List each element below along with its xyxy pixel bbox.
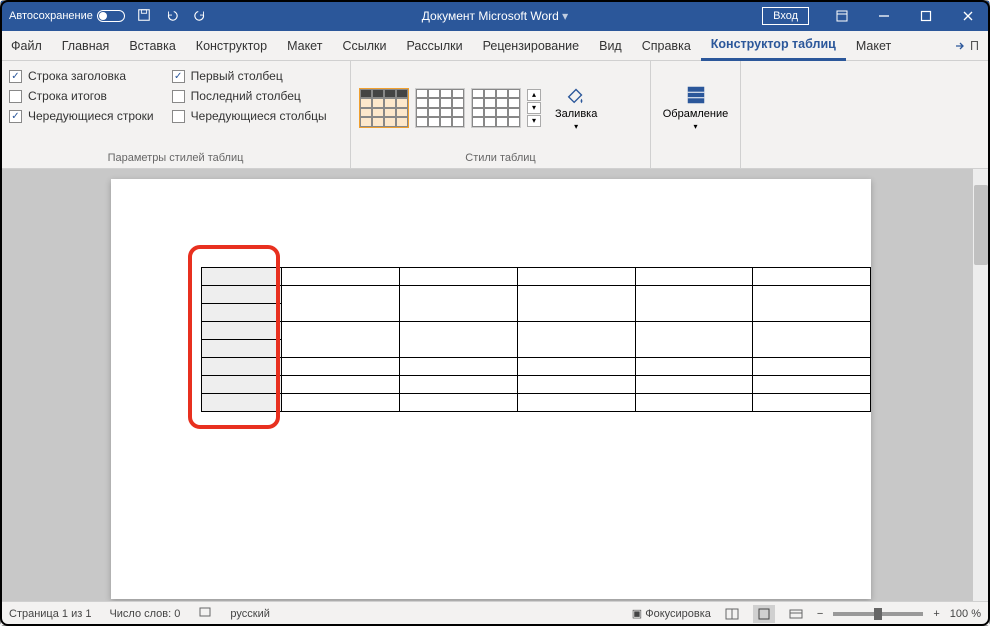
scrollbar-thumb[interactable] [974,185,988,265]
group-table-styles: ▴ ▾ ▾ Заливка▾ Стили таблиц [351,61,651,168]
titlebar: Автосохранение Документ Microsoft Word ▾… [1,1,989,31]
group-borders: Обрамление▾ [651,61,741,168]
statusbar: Страница 1 из 1 Число слов: 0 русский ▣ … [1,601,989,625]
table-row [202,394,871,412]
chk-header-row[interactable]: ✓Строка заголовка [9,69,154,83]
status-words[interactable]: Число слов: 0 [109,608,180,620]
zoom-in-icon[interactable]: + [933,608,939,620]
focus-mode[interactable]: ▣ Фокусировка [632,607,711,620]
share-button[interactable]: П [944,31,989,61]
chk-banded-cols[interactable]: Чередующиеся столбцы [172,109,327,123]
tab-table-design[interactable]: Конструктор таблиц [701,31,846,61]
ribbon: ✓Строка заголовка Строка итогов ✓Чередую… [1,61,989,169]
group-label-styles: Стили таблиц [359,150,642,166]
toggle-switch-icon [97,10,125,22]
status-language[interactable]: русский [230,608,269,620]
tab-insert[interactable]: Вставка [119,31,185,61]
tab-layout[interactable]: Макет [277,31,332,61]
login-button[interactable]: Вход [762,7,809,25]
quick-access-toolbar [137,8,207,25]
borders-button[interactable]: Обрамление▾ [655,80,737,135]
window-title: Документ Microsoft Word ▾ [422,9,568,23]
ribbon-options-icon[interactable] [821,1,863,31]
tab-view[interactable]: Вид [589,31,632,61]
autosave-label: Автосохранение [9,10,93,22]
tab-mailings[interactable]: Рассылки [396,31,472,61]
table-row [202,358,871,376]
zoom-level[interactable]: 100 % [950,608,981,620]
undo-icon[interactable] [165,8,179,25]
gallery-more-icon[interactable]: ▾ [527,115,541,127]
chevron-up-icon[interactable]: ▴ [527,89,541,101]
close-icon[interactable] [947,1,989,31]
tab-design[interactable]: Конструктор [186,31,277,61]
group-label-options: Параметры стилей таблиц [9,150,342,166]
spellcheck-icon[interactable] [198,605,212,622]
page[interactable] [111,179,871,599]
table-style-thumb-2[interactable] [415,88,465,128]
chk-banded-rows[interactable]: ✓Чередующиеся строки [9,109,154,123]
tab-file[interactable]: Файл [1,31,52,61]
menubar: Файл Главная Вставка Конструктор Макет С… [1,31,989,61]
tab-review[interactable]: Рецензирование [473,31,590,61]
shading-button[interactable]: Заливка▾ [547,80,605,135]
autosave-toggle[interactable]: Автосохранение [9,10,125,22]
chevron-down-icon[interactable]: ▾ [527,102,541,114]
zoom-out-icon[interactable]: − [817,608,823,620]
document-table[interactable] [201,267,871,412]
table-style-thumb-1[interactable] [359,88,409,128]
view-print-icon[interactable] [753,605,775,623]
group-table-style-options: ✓Строка заголовка Строка итогов ✓Чередую… [1,61,351,168]
chk-total-row[interactable]: Строка итогов [9,89,154,103]
view-web-icon[interactable] [785,605,807,623]
style-gallery-scroller[interactable]: ▴ ▾ ▾ [527,89,541,127]
table-row [202,322,871,340]
maximize-icon[interactable] [905,1,947,31]
status-page[interactable]: Страница 1 из 1 [9,608,91,620]
table-row [202,376,871,394]
tab-home[interactable]: Главная [52,31,120,61]
minimize-icon[interactable] [863,1,905,31]
save-icon[interactable] [137,8,151,25]
chk-last-col[interactable]: Последний столбец [172,89,327,103]
document-area [1,169,989,601]
tab-table-layout[interactable]: Макет [846,31,901,61]
tab-references[interactable]: Ссылки [332,31,396,61]
view-read-icon[interactable] [721,605,743,623]
zoom-slider[interactable] [833,612,923,616]
tab-help[interactable]: Справка [632,31,701,61]
table-row [202,268,871,286]
table-style-thumb-3[interactable] [471,88,521,128]
table-row [202,286,871,304]
chk-first-col[interactable]: ✓Первый столбец [172,69,327,83]
vertical-scrollbar[interactable] [973,169,989,601]
redo-icon[interactable] [193,8,207,25]
